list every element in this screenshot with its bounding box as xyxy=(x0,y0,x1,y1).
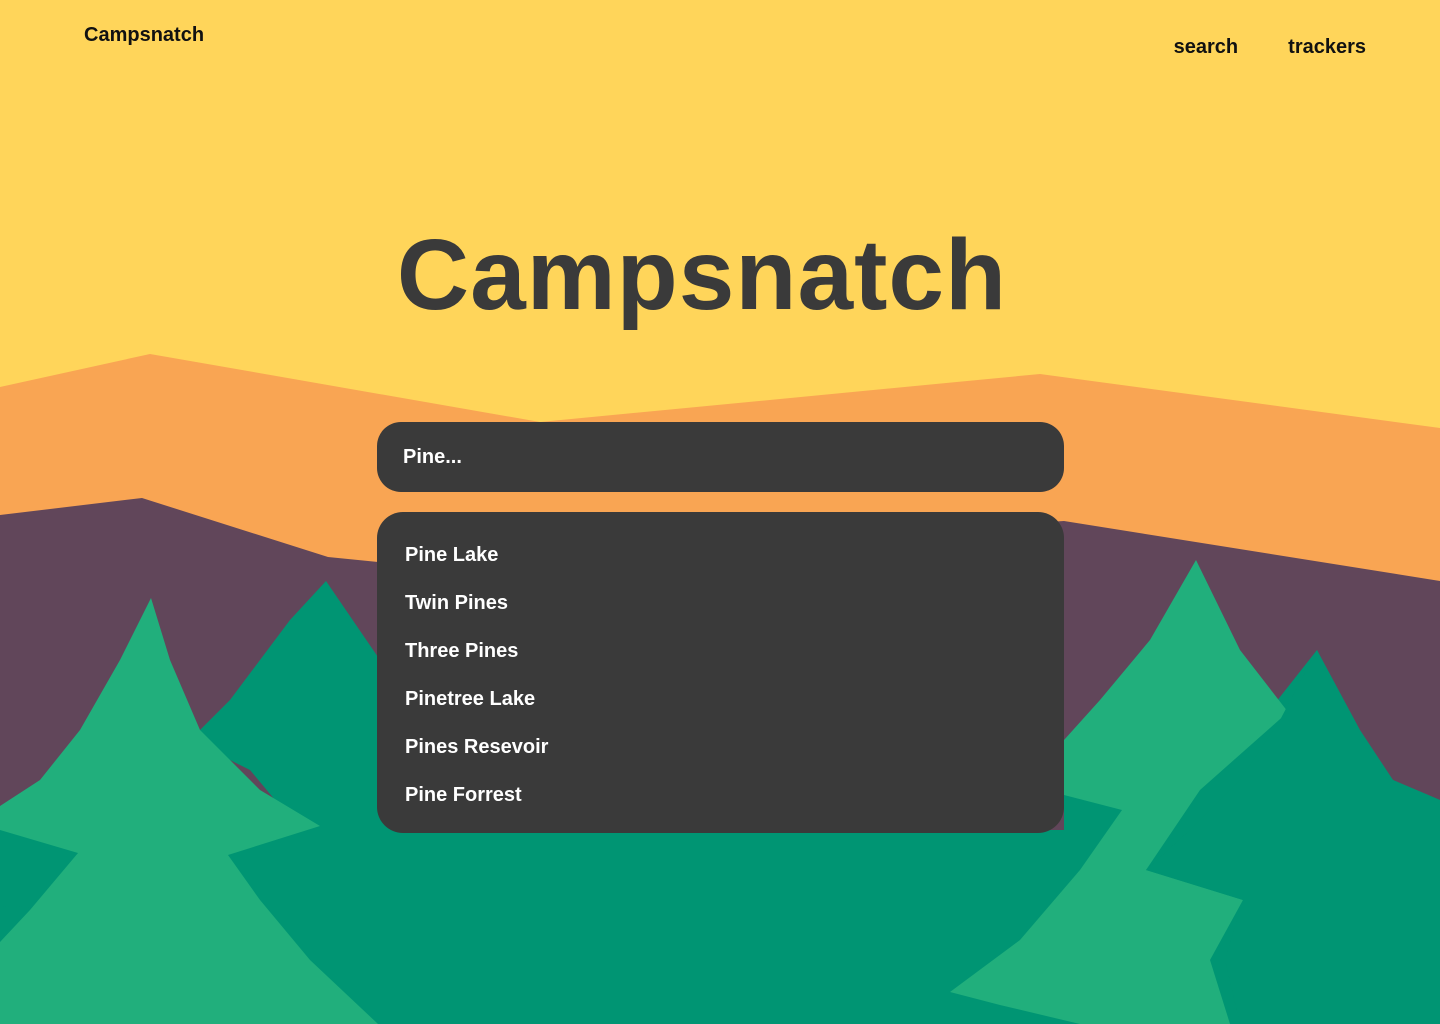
search-result-item[interactable]: Pinetree Lake xyxy=(377,686,1064,734)
search-result-item[interactable]: Pines Resevoir xyxy=(377,734,1064,782)
top-nav: search trackers xyxy=(1174,36,1366,59)
search-result-item[interactable]: Pine Lake xyxy=(377,542,1064,590)
search-bar xyxy=(377,422,1064,492)
search-results-dropdown: Pine Lake Twin Pines Three Pines Pinetre… xyxy=(377,512,1064,833)
search-result-item[interactable]: Twin Pines xyxy=(377,590,1064,638)
search-result-item[interactable]: Pine Forrest xyxy=(377,782,1064,830)
search-result-item[interactable]: Three Pines xyxy=(377,638,1064,686)
hero-title: Campsnatch xyxy=(396,219,1008,331)
header-logo[interactable]: Campsnatch xyxy=(84,24,204,47)
search-input[interactable] xyxy=(377,422,1064,492)
nav-link-search[interactable]: search xyxy=(1174,36,1239,59)
nav-link-trackers[interactable]: trackers xyxy=(1288,36,1366,59)
